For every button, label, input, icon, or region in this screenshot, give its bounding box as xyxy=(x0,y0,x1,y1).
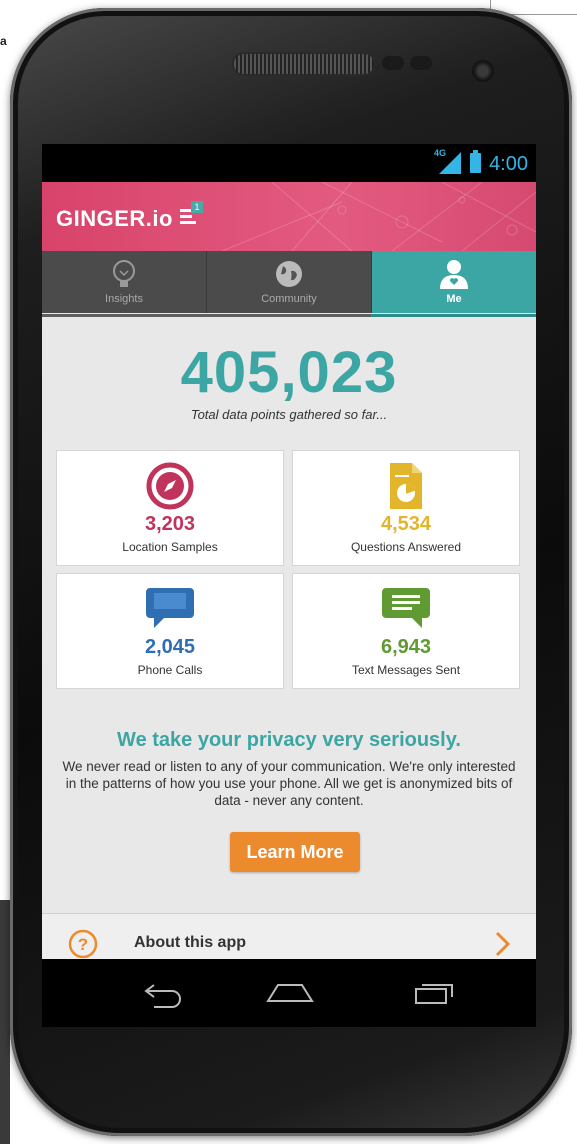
compass-icon xyxy=(146,462,194,510)
about-label: About this app xyxy=(134,934,246,951)
stat-value: 2,045 xyxy=(144,636,196,658)
navigation-bar xyxy=(42,959,536,1027)
stat-value: 4,534 xyxy=(380,513,432,535)
stat-value: 6,943 xyxy=(380,636,432,658)
earpiece-speaker xyxy=(232,52,376,76)
tab-insights-label: Insights xyxy=(105,293,143,305)
privacy-body: We never read or listen to any of your c… xyxy=(62,759,516,808)
stat-label: Text Messages Sent xyxy=(351,663,461,677)
stat-label: Location Samples xyxy=(122,540,218,554)
front-camera xyxy=(472,60,494,82)
recent-apps-icon[interactable] xyxy=(412,977,460,1009)
ginger-logo: GINGER.io xyxy=(56,206,173,231)
light-sensor xyxy=(410,56,432,70)
privacy-title: We take your privacy very seriously. xyxy=(117,729,461,751)
stat-label: Phone Calls xyxy=(137,663,203,677)
speech-bubble-icon xyxy=(146,588,194,628)
tab-me[interactable]: Me xyxy=(372,251,536,313)
home-icon[interactable] xyxy=(264,977,316,1009)
stat-label: Questions Answered xyxy=(350,540,462,554)
stat-card-texts: 6,943 Text Messages Sent xyxy=(292,573,520,689)
tab-indicator-strip xyxy=(42,314,536,317)
globe-icon xyxy=(276,261,302,287)
document-pie-icon xyxy=(390,463,422,509)
proximity-sensor xyxy=(382,56,404,70)
tab-community-label: Community xyxy=(261,293,317,305)
svg-text:?: ? xyxy=(78,935,88,954)
menu-notification-badge: 1 xyxy=(191,201,203,213)
back-icon[interactable] xyxy=(138,977,186,1009)
clock: 4:00 xyxy=(489,153,528,175)
stat-value: 3,203 xyxy=(144,513,196,535)
stat-card-calls: 2,045 Phone Calls xyxy=(56,573,284,689)
tab-insights[interactable]: Insights xyxy=(42,251,207,313)
active-tab-indicator xyxy=(371,314,536,317)
person-icon xyxy=(440,260,468,289)
lightbulb-icon xyxy=(113,260,135,287)
message-icon xyxy=(382,588,430,628)
app-header: GINGER.io 1 xyxy=(42,182,536,251)
tab-me-label: Me xyxy=(446,293,462,305)
stat-card-questions: 4,534 Questions Answered xyxy=(292,450,520,566)
background-dark-panel xyxy=(0,900,10,1144)
signal-icon xyxy=(439,152,461,174)
battery-icon xyxy=(470,150,481,173)
app-screen: 4G 4:00 GINGER.io 1 Insights Community M… xyxy=(42,144,536,959)
learn-more-button[interactable]: Learn More xyxy=(230,832,360,872)
help-icon: ? xyxy=(68,929,98,959)
tab-bar: Insights Community Me xyxy=(42,251,536,316)
total-data-points: 405,023 xyxy=(180,340,398,405)
status-bar: 4G 4:00 xyxy=(42,144,536,182)
tab-community[interactable]: Community xyxy=(207,251,372,313)
stat-card-location: 3,203 Location Samples xyxy=(56,450,284,566)
total-data-points-caption: Total data points gathered so far... xyxy=(190,407,388,422)
background-text-fragment: a xyxy=(0,34,7,48)
about-this-app-row[interactable]: ? About this app xyxy=(42,913,536,959)
chevron-right-icon xyxy=(495,931,511,957)
